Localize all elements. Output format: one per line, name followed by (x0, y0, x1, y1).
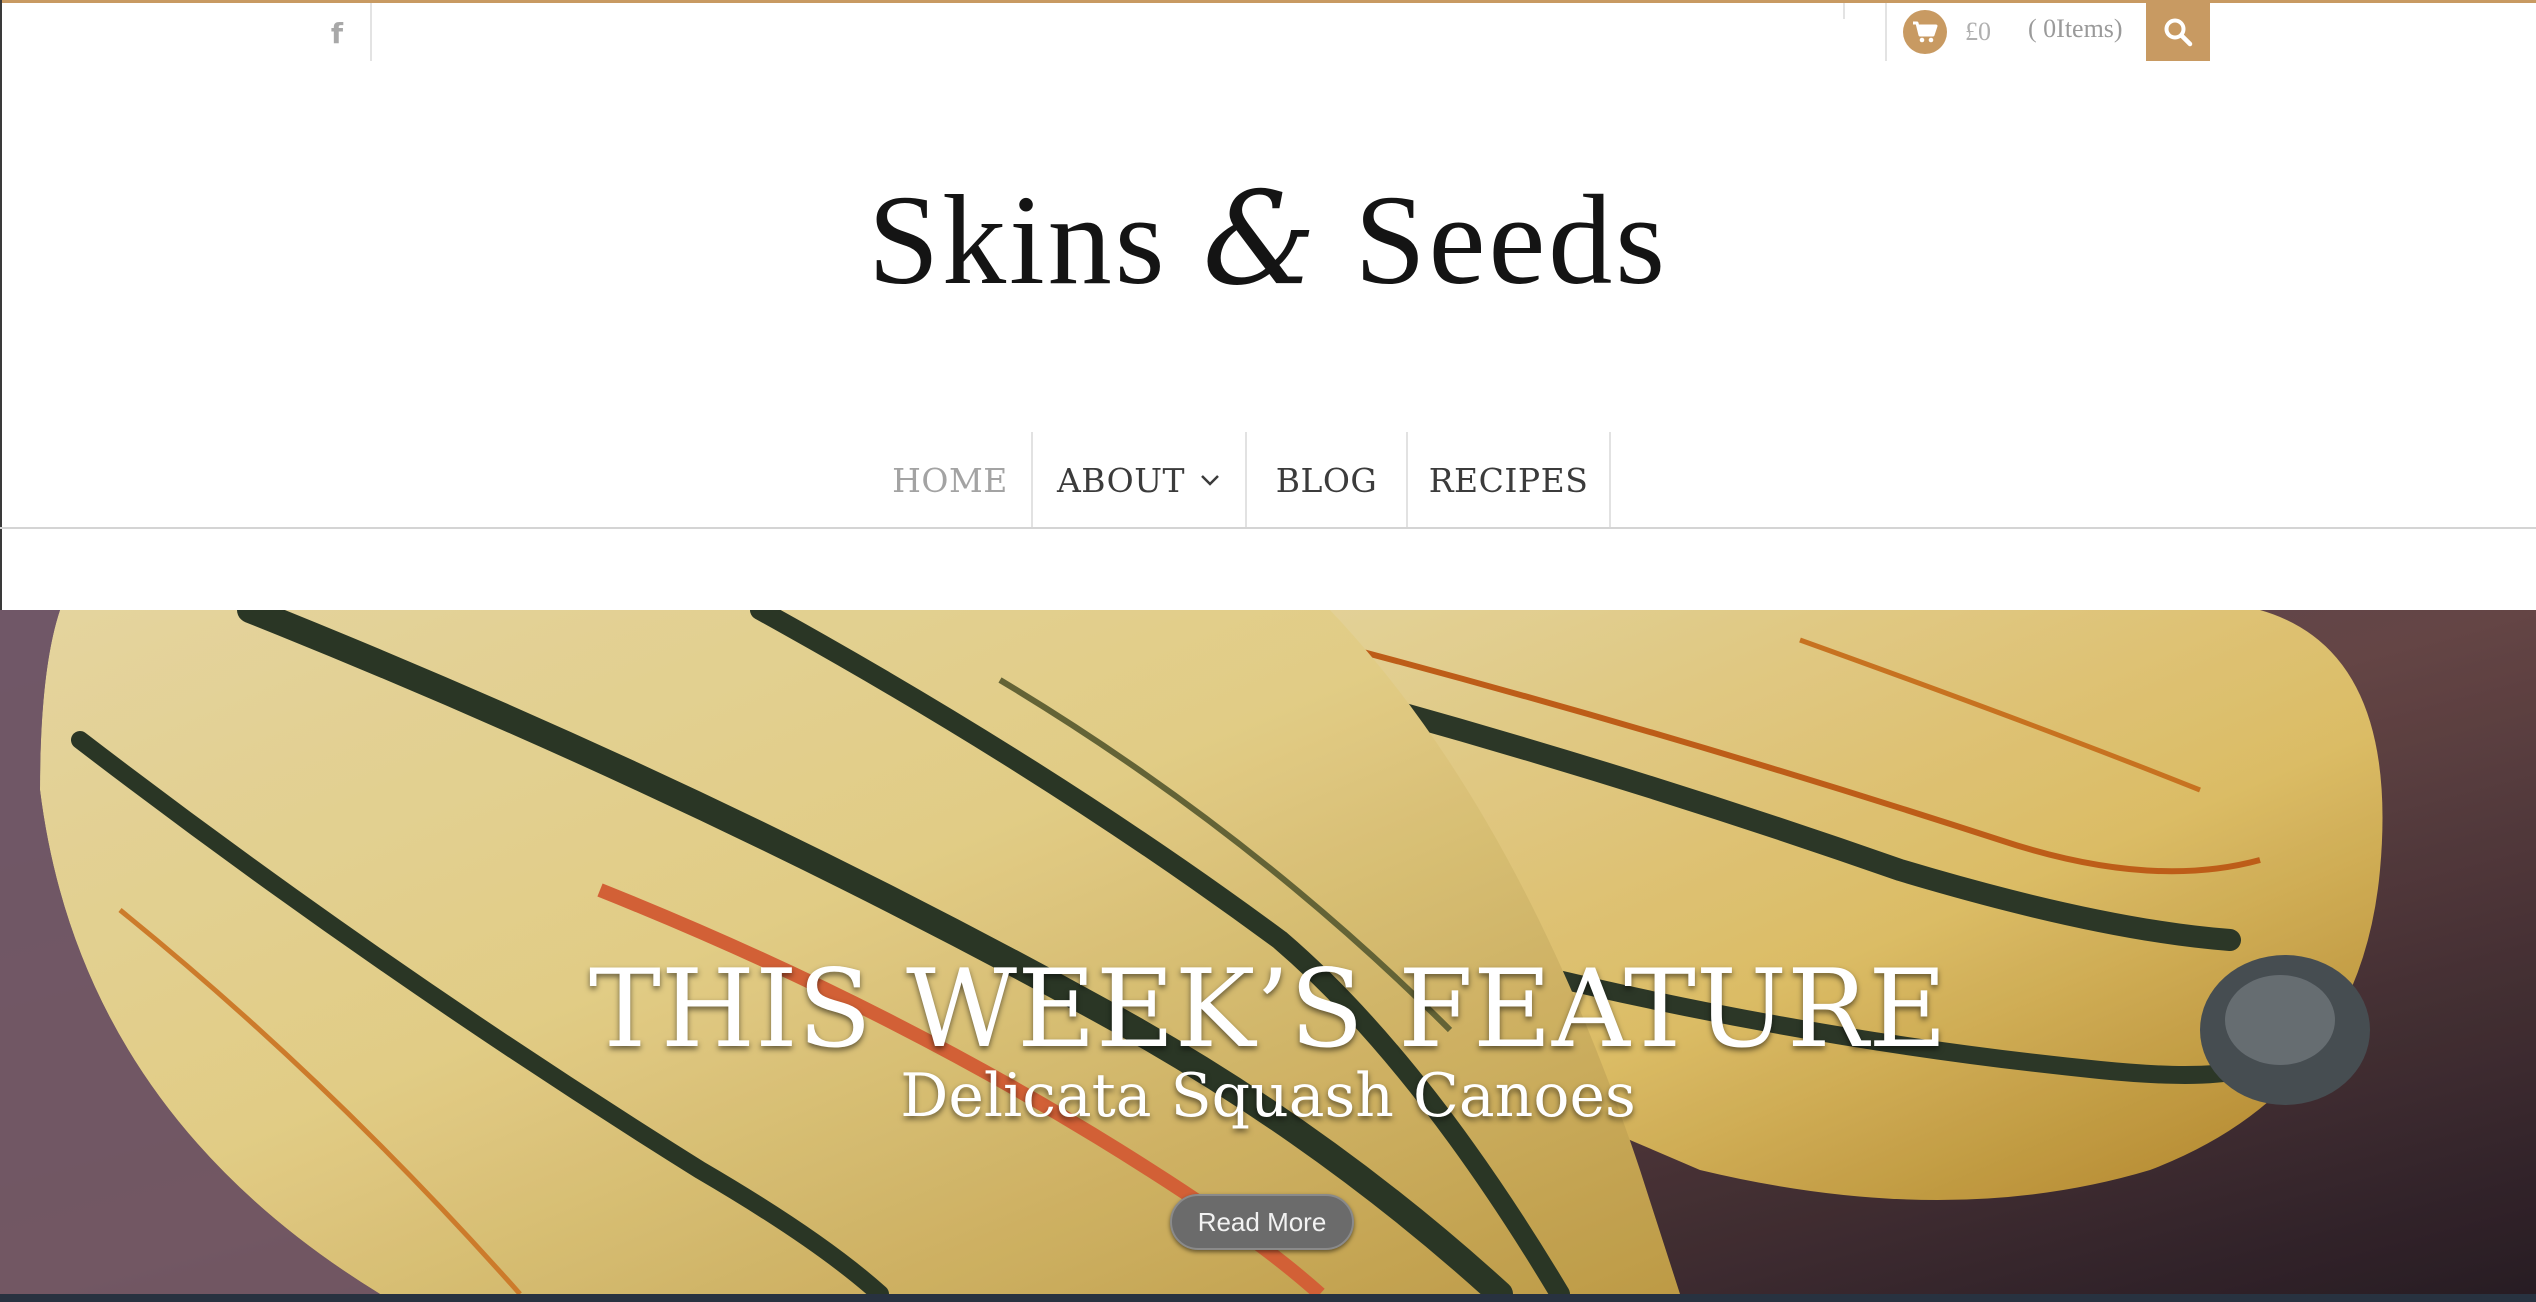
nav-item-label: HOME (892, 460, 1008, 500)
search-icon (2164, 18, 2193, 47)
chevron-down-icon (1201, 475, 1219, 486)
nav-item-about[interactable]: ABOUT (1033, 432, 1247, 528)
nav-item-label: ABOUT (1056, 460, 1186, 500)
logo-text-skins: Skins (867, 169, 1168, 311)
nav-item-recipes[interactable]: RECIPES (1408, 432, 1611, 528)
read-more-button[interactable]: Read More (1170, 1194, 1354, 1250)
cart-price: £0 (1965, 17, 1991, 46)
hero-title: THIS WEEK’S FEATURE (588, 947, 1948, 1072)
site-logo[interactable]: Skins & Seeds (0, 160, 2536, 320)
shopping-cart-icon (1903, 10, 1947, 54)
facebook-icon[interactable]: f (322, 14, 352, 52)
hero-subtitle: Delicata Squash Canoes (900, 1061, 1636, 1131)
nav-divider (0, 527, 2536, 529)
search-button[interactable] (2146, 3, 2210, 61)
nav-item-blog[interactable]: BLOG (1247, 432, 1408, 528)
logo-ampersand: & (1202, 165, 1320, 314)
cart-item-count[interactable]: ( 0Items) (2028, 14, 2123, 44)
topbar-divider (1885, 3, 1887, 61)
nav-item-label: RECIPES (1428, 460, 1589, 500)
topbar-divider (1843, 3, 1845, 19)
page-bottom-edge (0, 1294, 2536, 1302)
nav-item-home[interactable]: HOME (869, 432, 1033, 528)
main-nav: HOME ABOUT BLOG RECIPES (869, 432, 1611, 528)
topbar-divider (370, 3, 372, 61)
cart-link[interactable]: £0 (1903, 10, 1991, 54)
nav-item-label: BLOG (1275, 460, 1378, 500)
logo-text-seeds: Seeds (1354, 169, 1669, 311)
